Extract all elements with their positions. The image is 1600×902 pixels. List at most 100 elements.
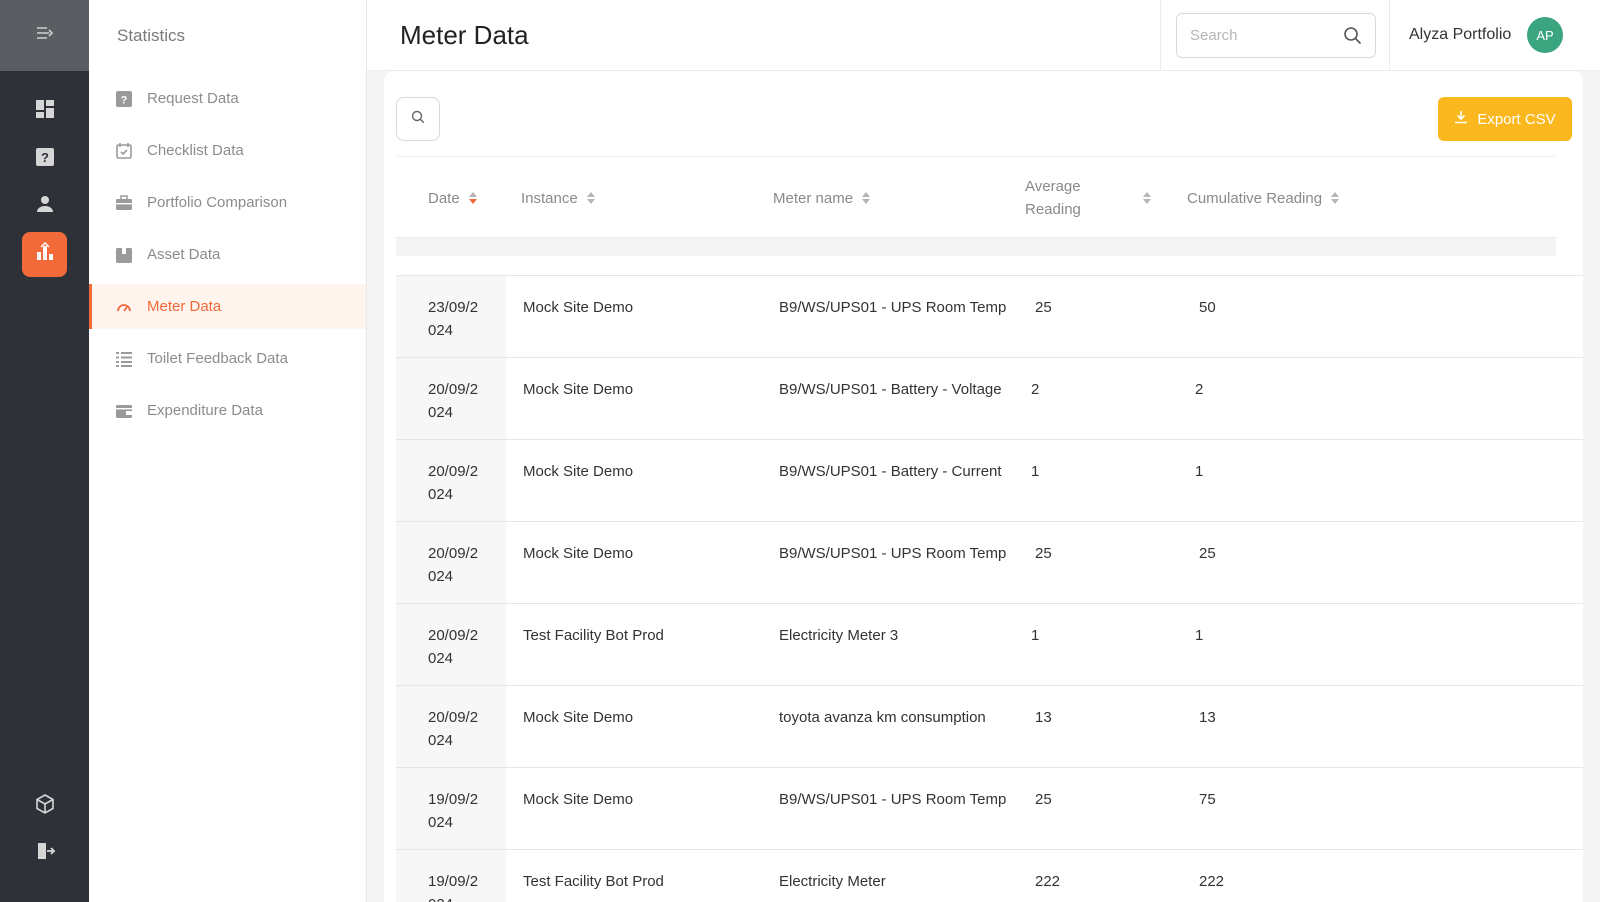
cumulative-reading-cell: 13: [1199, 709, 1216, 726]
column-header-label: Date: [428, 189, 460, 207]
table-row[interactable]: 19/09/2024 Test Facility Bot Prod Electr…: [396, 849, 1583, 902]
sidebar-item-request-data[interactable]: ? Request Data: [89, 76, 366, 121]
instance-cell: Mock Site Demo: [523, 463, 634, 480]
date-cell: 20/09/2 024: [396, 440, 506, 521]
average-reading-cell: 1: [1031, 627, 1040, 644]
user-icon: [34, 193, 56, 220]
meter-name-cell: toyota avanza km consumption: [779, 709, 986, 726]
instance-cell: Test Facility Bot Prod: [523, 873, 664, 890]
instance-cell: Mock Site Demo: [523, 299, 634, 316]
avatar[interactable]: AP: [1527, 17, 1563, 53]
sort-icon[interactable]: [586, 192, 595, 204]
cumulative-reading-cell: 75: [1199, 791, 1216, 808]
date-cell: 20/09/2 024: [396, 522, 506, 603]
help-box-icon: ?: [34, 146, 56, 173]
svg-text:?: ?: [41, 150, 49, 165]
table-header-spacer: [396, 238, 1556, 256]
meter-name-cell: B9/WS/UPS01 - UPS Room Temp: [779, 545, 1007, 562]
header-search-area: [1160, 0, 1390, 71]
average-reading-cell: 25: [1035, 791, 1052, 808]
sidebar-item-expenditure-data[interactable]: Expenditure Data: [89, 388, 366, 433]
column-header-label: Cumulative Reading: [1187, 189, 1323, 207]
sidebar-item-meter-data[interactable]: Meter Data: [89, 284, 366, 329]
table-header: Date Instance Meter name Average Reading…: [396, 156, 1556, 238]
meter-name-cell: B9/WS/UPS01 - Battery - Voltage: [779, 381, 1002, 398]
instance-cell: Mock Site Demo: [523, 791, 634, 808]
column-header-date[interactable]: Date: [428, 157, 477, 239]
sidebar-item-label: Checklist Data: [147, 142, 244, 159]
cumulative-reading-cell: 1: [1195, 463, 1204, 480]
export-csv-button[interactable]: Export CSV: [1438, 97, 1572, 141]
average-reading-cell: 25: [1035, 545, 1052, 562]
rail-assets-button[interactable]: [22, 784, 67, 829]
user-name[interactable]: Alyza Portfolio: [1409, 26, 1511, 44]
average-reading-cell: 1: [1031, 463, 1040, 480]
average-reading-cell: 222: [1035, 873, 1061, 890]
column-header-label: Instance: [521, 189, 578, 207]
header-search-input[interactable]: [1190, 27, 1340, 44]
table-row[interactable]: 19/09/2 024 Mock Site Demo B9/WS/UPS01 - …: [396, 767, 1583, 849]
statistics-sidebar: Statistics ? Request Data Checklist Data…: [89, 0, 367, 902]
rail-users-button[interactable]: [22, 184, 67, 229]
page-title: Meter Data: [400, 20, 529, 50]
table-row[interactable]: 23/09/2 024 Mock Site Demo B9/WS/UPS01 - …: [396, 275, 1583, 357]
calendar-check-icon: [115, 142, 133, 160]
meter-name-cell: B9/WS/UPS01 - Battery - Current: [779, 463, 1002, 480]
sidebar-item-label: Portfolio Comparison: [147, 194, 288, 211]
header-search-box[interactable]: [1176, 13, 1376, 58]
table-row[interactable]: 20/09/2 024 Test Facility Bot Prod Electr…: [396, 603, 1583, 685]
search-icon[interactable]: [1343, 26, 1362, 50]
average-reading-cell: 2: [1031, 381, 1040, 398]
table-row[interactable]: 20/09/2 024 Mock Site Demo B9/WS/UPS01 - …: [396, 439, 1583, 521]
instance-cell: Mock Site Demo: [523, 381, 634, 398]
date-cell: 20/09/2 024: [396, 604, 506, 685]
cumulative-reading-cell: 222: [1199, 873, 1225, 890]
sidebar-item-label: Meter Data: [147, 298, 222, 315]
instance-cell: Mock Site Demo: [523, 545, 634, 562]
dashboard-icon: [34, 98, 56, 125]
main-content: Export CSV Date Instance Meter name Aver…: [367, 71, 1600, 902]
collapse-icon: [35, 25, 55, 46]
sidebar-item-toilet-feedback-data[interactable]: Toilet Feedback Data: [89, 336, 366, 381]
meter-name-cell: Electricity Meter 3: [779, 627, 899, 644]
rail-logout-button[interactable]: [22, 831, 67, 876]
sidebar-item-checklist-data[interactable]: Checklist Data: [89, 128, 366, 173]
sort-icon[interactable]: [1331, 192, 1340, 204]
table-row[interactable]: 20/09/2 024 Mock Site Demo B9/WS/UPS01 - …: [396, 521, 1583, 603]
sidebar-item-label: Toilet Feedback Data: [147, 350, 288, 367]
instance-cell: Test Facility Bot Prod: [523, 627, 664, 644]
meter-name-cell: Electricity Meter: [779, 873, 886, 890]
cumulative-reading-cell: 1: [1195, 627, 1204, 644]
gauge-icon: [115, 298, 133, 316]
sidebar-item-label: Asset Data: [147, 246, 221, 263]
average-reading-cell: 25: [1035, 299, 1052, 316]
sidebar-item-asset-data[interactable]: Asset Data: [89, 232, 366, 277]
rail-dashboard-button[interactable]: [22, 89, 67, 134]
sort-icon[interactable]: [862, 192, 871, 204]
icon-rail: ?: [0, 0, 89, 902]
sort-icon[interactable]: [468, 192, 477, 204]
meter-name-cell: B9/WS/UPS01 - UPS Room Temp: [779, 299, 1007, 316]
date-cell: 20/09/2 024: [396, 686, 506, 767]
date-cell: 19/09/2024: [396, 850, 506, 902]
package-icon: [115, 246, 133, 264]
logout-icon: [34, 840, 56, 867]
column-header-cumulative-reading[interactable]: Cumulative Reading: [1187, 157, 1340, 239]
column-header-average-reading[interactable]: Average Reading: [1025, 157, 1151, 239]
cumulative-reading-cell: 50: [1199, 299, 1216, 316]
column-header-instance[interactable]: Instance: [521, 157, 595, 239]
sidebar-section-title: Statistics: [117, 26, 186, 45]
sidebar-item-label: Request Data: [147, 90, 239, 107]
table-row[interactable]: 20/09/2 024 Mock Site Demo B9/WS/UPS01 - …: [396, 357, 1583, 439]
sort-icon[interactable]: [1143, 192, 1151, 204]
table-row[interactable]: 20/09/2 024 Mock Site Demo toyota avanza …: [396, 685, 1583, 767]
rail-statistics-button[interactable]: [22, 232, 67, 277]
column-header-meter-name[interactable]: Meter name: [773, 157, 871, 239]
collapse-menu-button[interactable]: [0, 0, 89, 71]
sidebar-item-portfolio-comparison[interactable]: Portfolio Comparison: [89, 180, 366, 225]
stats-icon: [34, 241, 56, 268]
list-icon: [115, 350, 133, 368]
table-search-button[interactable]: [396, 97, 440, 141]
meter-data-card: Export CSV Date Instance Meter name Aver…: [384, 71, 1583, 902]
rail-requests-button[interactable]: ?: [22, 137, 67, 182]
